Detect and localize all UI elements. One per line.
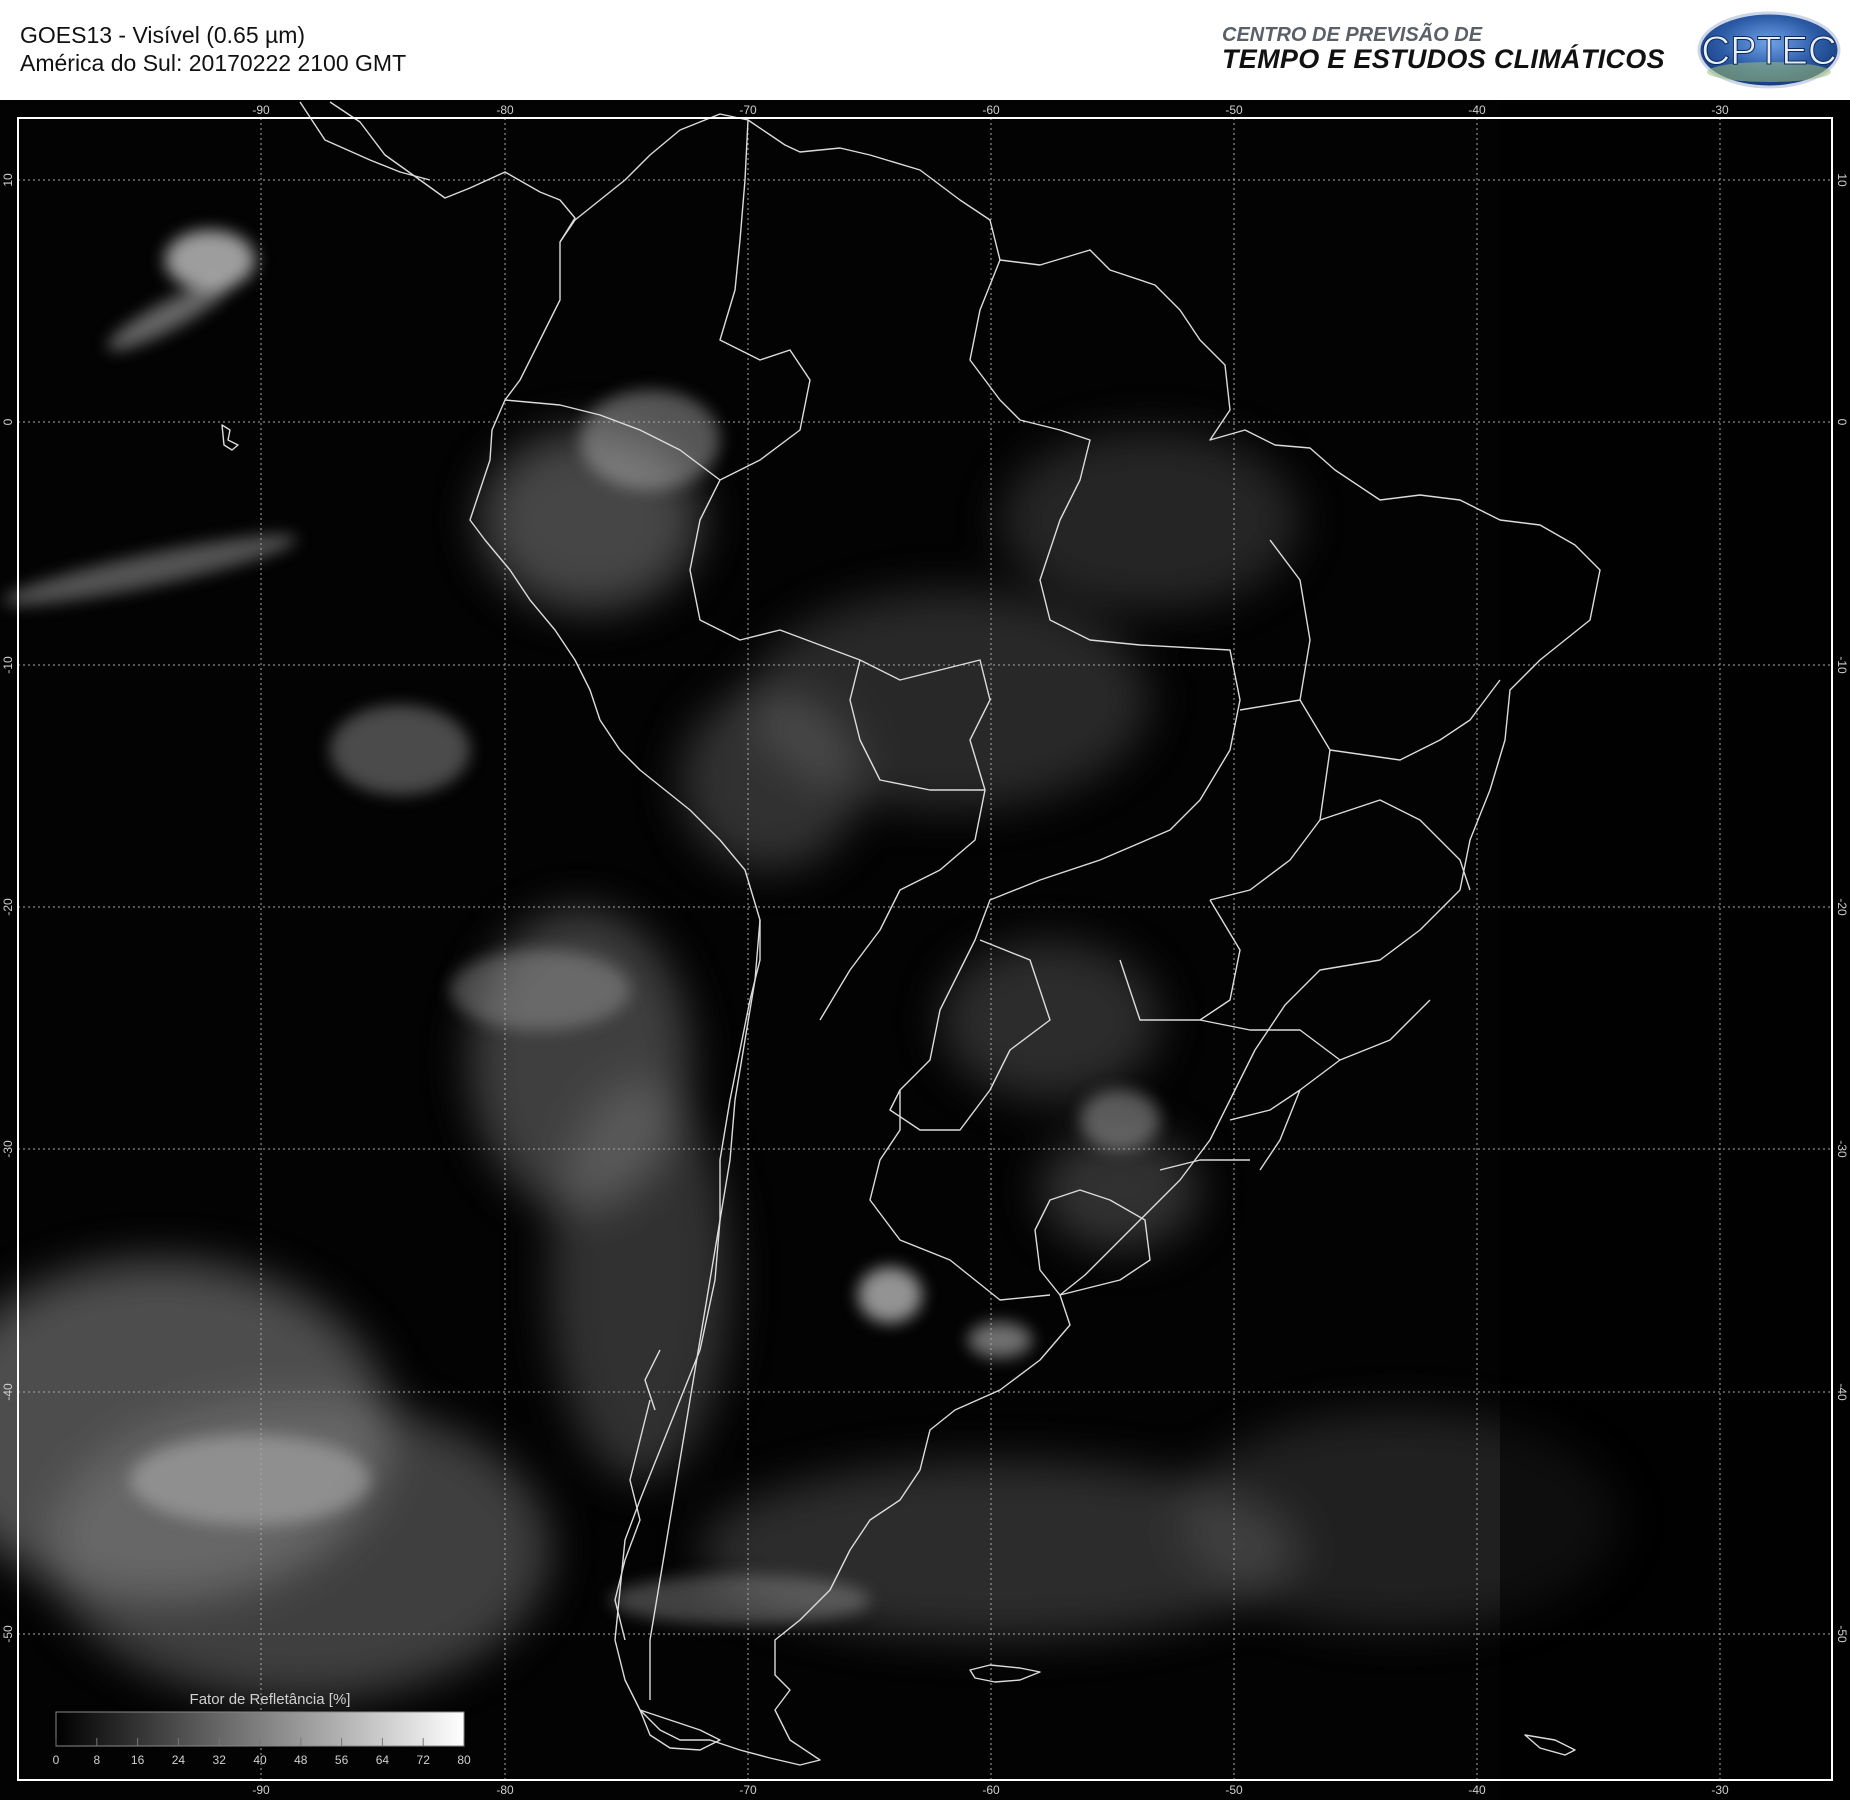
colorbar-tick-label: 8 (93, 1753, 100, 1767)
lat-label-right: -20 (1835, 898, 1849, 916)
logo-text: CPTEC (1701, 29, 1837, 73)
colorbar-tick-label: 32 (213, 1753, 227, 1767)
lon-label-bottom: -30 (1711, 1783, 1729, 1797)
header-bar: GOES13 - Visível (0.65 µm) América do Su… (0, 0, 1850, 100)
lat-label-right: 10 (1835, 173, 1849, 187)
org-name-line2: TEMPO E ESTUDOS CLIMÁTICOS (1222, 44, 1665, 74)
lon-label-top: -70 (739, 103, 757, 117)
product-title: GOES13 - Visível (0.65 µm) (20, 22, 306, 48)
colorbar-title: Fator de Refletância [%] (190, 1691, 351, 1708)
lat-label-left: 0 (1, 418, 15, 425)
colorbar-tick-label: 24 (172, 1753, 186, 1767)
lon-label-bottom: -40 (1468, 1783, 1486, 1797)
lon-label-bottom: -50 (1225, 1783, 1243, 1797)
satellite-image: -90 -80 -70 -60 -50 -40 -30 -90 -80 -70 … (0, 100, 1850, 1800)
colorbar-tick-label: 56 (335, 1753, 349, 1767)
colorbar-tick-label: 0 (53, 1753, 60, 1767)
lat-label-left: -10 (1, 656, 15, 674)
colorbar-tick-label: 64 (376, 1753, 390, 1767)
lon-label-top: -90 (252, 103, 270, 117)
colorbar-tick-label: 72 (417, 1753, 431, 1767)
satellite-map-panel: -90 -80 -70 -60 -50 -40 -30 -90 -80 -70 … (0, 100, 1850, 1800)
lon-label-bottom: -80 (496, 1783, 514, 1797)
lon-label-top: -40 (1468, 103, 1486, 117)
lat-label-left: -40 (1, 1383, 15, 1401)
colorbar-tick-label: 16 (131, 1753, 145, 1767)
lon-label-bottom: -90 (252, 1783, 270, 1797)
lat-label-right: 0 (1835, 419, 1849, 426)
lat-label-right: -30 (1835, 1140, 1849, 1158)
lon-label-top: -50 (1225, 103, 1243, 117)
colorbar-tick-label: 48 (294, 1753, 308, 1767)
cptec-logo: CPTEC (1697, 11, 1841, 89)
region-datetime-title: América do Sul: 20170222 2100 GMT (20, 50, 407, 76)
lon-label-bottom: -60 (982, 1783, 1000, 1797)
lat-label-left: -50 (1, 1625, 15, 1643)
colorbar-tick-label: 80 (457, 1753, 471, 1767)
lat-label-right: -40 (1835, 1383, 1849, 1401)
lat-label-right: -50 (1835, 1625, 1849, 1643)
lat-label-left: -30 (1, 1140, 15, 1158)
lon-label-bottom: -70 (739, 1783, 757, 1797)
colorbar-tick-label: 40 (253, 1753, 267, 1767)
lon-label-top: -80 (496, 103, 514, 117)
lat-label-left: 10 (1, 173, 15, 187)
lat-label-right: -10 (1835, 656, 1849, 674)
lat-label-left: -20 (1, 898, 15, 916)
lon-label-top: -60 (982, 103, 1000, 117)
lon-label-top: -30 (1711, 103, 1729, 117)
